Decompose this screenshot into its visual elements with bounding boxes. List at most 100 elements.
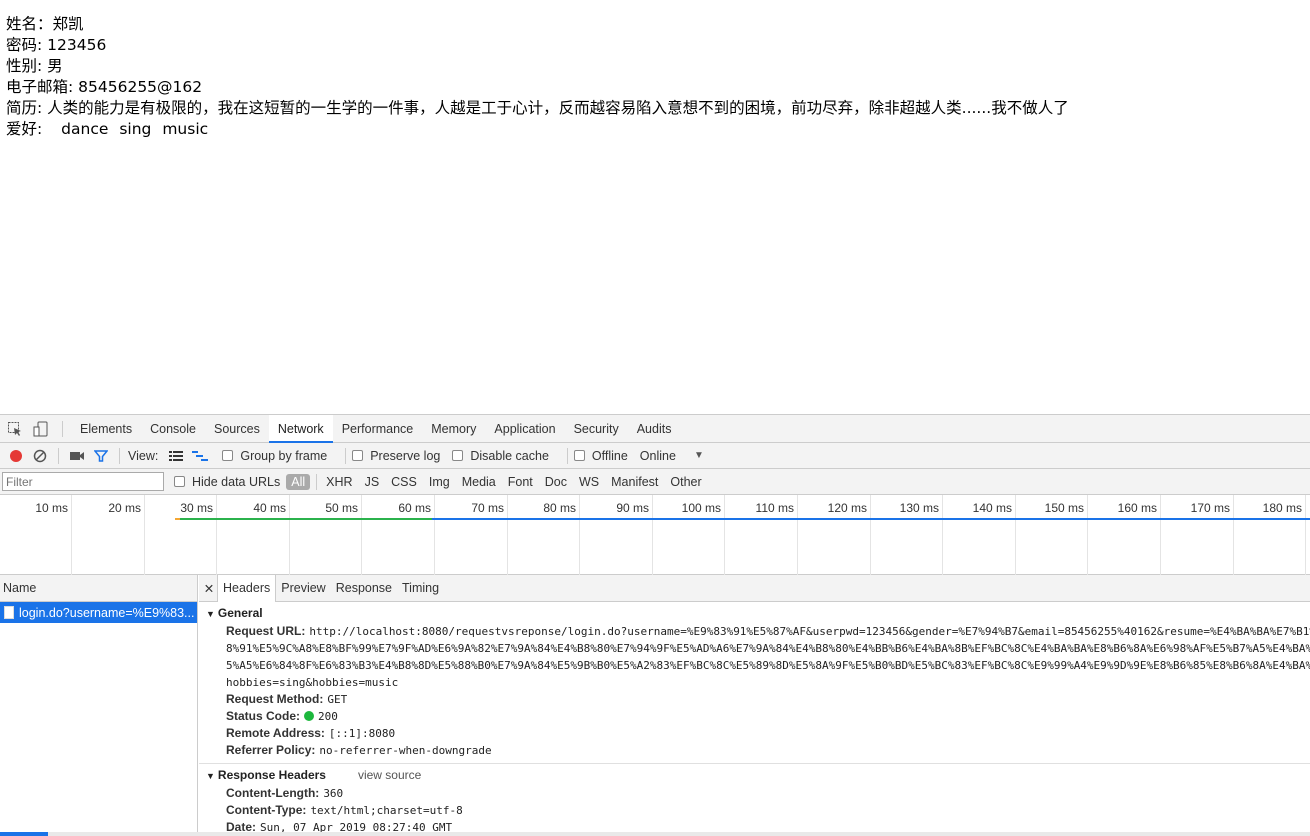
filter-type-other[interactable]: Other — [665, 474, 706, 490]
large-rows-icon[interactable] — [164, 444, 188, 468]
waterfall-overview-icon[interactable] — [188, 444, 212, 468]
close-icon[interactable]: ✕ — [201, 581, 217, 596]
checkbox-box — [174, 476, 185, 487]
filter-bar: Hide data URLs All XHR JS CSS Img Media … — [0, 469, 1310, 495]
group-by-frame-label: Group by frame — [240, 448, 328, 463]
hobby-item: dance — [61, 120, 109, 138]
general-section-header[interactable]: ▼ General — [206, 604, 1310, 623]
tab-timing[interactable]: Timing — [397, 575, 444, 602]
name-line: 姓名：郑凯 — [6, 15, 84, 33]
offline-label: Offline — [591, 448, 628, 463]
tab-security[interactable]: Security — [565, 415, 628, 443]
content-length-value: 360 — [323, 787, 344, 800]
timeline-gridline — [216, 495, 217, 575]
hide-data-urls-checkbox[interactable]: Hide data URLs — [174, 475, 280, 489]
inspect-element-icon[interactable] — [2, 415, 28, 443]
timeline-tick-label: 40 ms — [253, 501, 286, 515]
timeline-tick-label: 180 ms — [1262, 501, 1302, 515]
tab-console[interactable]: Console — [141, 415, 205, 443]
timeline-gridline — [652, 495, 653, 575]
tab-response[interactable]: Response — [331, 575, 397, 602]
timeline-gridline — [1160, 495, 1161, 575]
timeline-gridline — [870, 495, 871, 575]
referrer-policy-label: Referrer Policy: — [226, 743, 316, 757]
offline-checkbox[interactable]: Offline — [573, 448, 628, 463]
filter-separator — [316, 473, 318, 490]
network-lower-area: Name login.do?username=%E9%83... ✕ Heade… — [0, 575, 1310, 836]
tab-elements[interactable]: Elements — [71, 415, 141, 443]
tab-audits[interactable]: Audits — [628, 415, 681, 443]
filter-type-media[interactable]: Media — [457, 474, 501, 490]
filter-type-doc[interactable]: Doc — [540, 474, 572, 490]
preserve-log-checkbox[interactable]: Preserve log — [352, 449, 440, 463]
request-url-continuation: 8%91%E5%9C%A8%E8%BF%99%E7%9F%AD%E6%9A%82… — [206, 640, 1310, 657]
tab-headers[interactable]: Headers — [217, 575, 277, 602]
view-source-link[interactable]: view source — [358, 768, 421, 782]
tab-sources[interactable]: Sources — [205, 415, 269, 443]
timeline-tick-label: 80 ms — [543, 501, 576, 515]
timeline-gridline — [71, 495, 72, 575]
scrollbar-thumb[interactable] — [0, 832, 48, 836]
screenshot-camera-icon[interactable] — [65, 444, 89, 468]
request-url-label: Request URL: — [226, 624, 306, 638]
device-toolbar-icon[interactable] — [28, 415, 54, 443]
timeline-tick-label: 120 ms — [827, 501, 867, 515]
timeline-tick-label: 60 ms — [398, 501, 431, 515]
tab-application[interactable]: Application — [485, 415, 564, 443]
triangle-down-icon: ▼ — [206, 609, 215, 619]
clear-icon[interactable] — [28, 444, 52, 468]
hobby-item: sing — [119, 120, 152, 138]
filter-input[interactable] — [2, 472, 164, 491]
timeline-tick-label: 100 ms — [681, 501, 721, 515]
status-code-value: 200 — [318, 710, 338, 723]
request-method-label: Request Method: — [226, 692, 324, 706]
tab-memory[interactable]: Memory — [422, 415, 485, 443]
filter-type-ws[interactable]: WS — [574, 474, 604, 490]
horizontal-scrollbar[interactable] — [0, 832, 1310, 836]
page-content: 姓名：郑凯 密码: 123456 性别: 男 电子邮箱: 85456255@16… — [6, 14, 1069, 140]
preserve-log-label: Preserve log — [370, 448, 441, 463]
content-type-label: Content-Type: — [226, 803, 307, 817]
filter-type-font[interactable]: Font — [503, 474, 538, 490]
filter-icon[interactable] — [89, 444, 113, 468]
throttling-select[interactable]: Online — [640, 449, 676, 463]
status-ok-icon — [304, 711, 315, 721]
timeline-gridline — [361, 495, 362, 575]
network-overview-timeline[interactable]: 10 ms 20 ms 30 ms 40 ms 50 ms 60 ms 70 ms 80 ms… — [0, 495, 1310, 575]
remote-address-label: Remote Address: — [226, 726, 325, 740]
request-url-line: 5%A5%E6%84%8F%E6%83%B3%E4%B8%8D%E5%88%B0… — [226, 659, 1310, 672]
tab-network[interactable]: Network — [268, 414, 333, 443]
request-row[interactable]: login.do?username=%E9%83... — [0, 602, 197, 623]
record-button[interactable] — [4, 444, 28, 468]
tab-preview[interactable]: Preview — [276, 575, 330, 602]
response-headers-header[interactable]: ▼ Response Headers view source — [206, 766, 1310, 785]
timeline-gridline — [724, 495, 725, 575]
devtools-panel: Elements Console Sources Network Perform… — [0, 414, 1310, 836]
timeline-tick-label: 10 ms — [35, 501, 68, 515]
detail-tabbar: ✕ Headers Preview Response Timing — [199, 575, 1310, 602]
filter-type-js[interactable]: JS — [360, 474, 385, 490]
timeline-gridline — [1087, 495, 1088, 575]
gender-line: 性别: 男 — [6, 57, 63, 75]
section-divider — [199, 763, 1310, 764]
status-code-row: Status Code: 200 — [206, 708, 1310, 725]
referrer-policy-row: Referrer Policy: no-referrer-when-downgra… — [206, 742, 1310, 759]
filter-type-all[interactable]: All — [286, 473, 311, 490]
name-column-header[interactable]: Name — [0, 575, 197, 602]
tabbar-separator — [62, 420, 63, 437]
filter-type-xhr[interactable]: XHR — [321, 474, 357, 490]
general-section: ▼ General Request URL: http://localhost:80… — [199, 604, 1310, 759]
timeline-tick-label: 150 ms — [1044, 501, 1084, 515]
disable-cache-checkbox[interactable]: Disable cache — [452, 449, 549, 463]
content-length-row: Content-Length: 360 — [206, 785, 1310, 802]
content-type-value: text/html;charset=utf-8 — [310, 804, 463, 817]
filter-type-img[interactable]: Img — [424, 474, 455, 490]
filter-type-manifest[interactable]: Manifest — [606, 474, 663, 490]
group-by-frame-checkbox[interactable]: Group by frame — [222, 449, 327, 463]
tab-performance[interactable]: Performance — [333, 415, 423, 443]
email-line: 电子邮箱: 85456255@162 — [6, 78, 203, 96]
chevron-down-icon[interactable]: ▼ — [694, 450, 704, 461]
devtools-tabbar: Elements Console Sources Network Perform… — [0, 414, 1310, 443]
filter-type-css[interactable]: CSS — [386, 474, 422, 490]
request-method-value: GET — [327, 693, 348, 706]
